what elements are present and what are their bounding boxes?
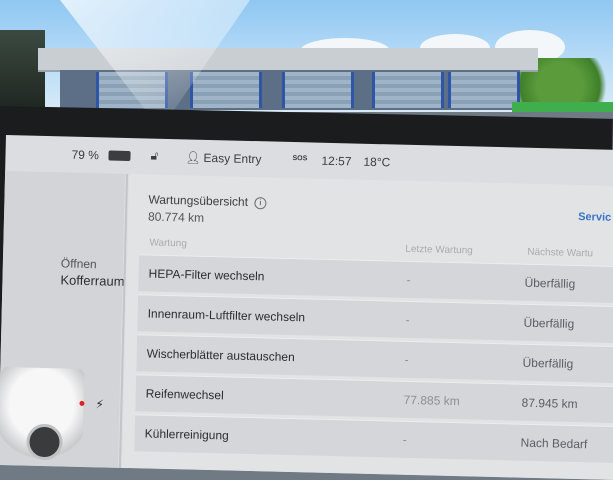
outside-temperature: 18°C — [363, 154, 391, 170]
row-last-service: - — [404, 352, 409, 367]
info-icon[interactable]: i — [254, 196, 267, 210]
section-title-text: Wartungsübersicht — [148, 192, 249, 209]
charge-port-indicator — [79, 400, 85, 406]
battery-percent: 79 % — [71, 147, 100, 163]
row-task: HEPA-Filter wechseln — [148, 266, 265, 284]
lock-icon[interactable]: 🔓︎ — [150, 149, 158, 164]
row-last-service: 77.885 km — [403, 392, 460, 409]
garage-door — [372, 72, 444, 108]
column-header-task: Wartung — [149, 237, 187, 250]
odometer: 80.774 km — [147, 209, 205, 225]
row-last-service: - — [402, 432, 407, 447]
green-sign — [512, 102, 613, 112]
vehicle-screen: 79 % 🔓︎ 👤︎ Easy Entry SOS 12:57 18°C Öff… — [0, 135, 613, 480]
row-task: Reifenwechsel — [145, 386, 224, 403]
row-task: Kühlerreinigung — [144, 426, 229, 443]
garage-door — [190, 72, 262, 108]
person-icon[interactable]: 👤︎ — [185, 150, 201, 164]
row-next-service: 87.945 km — [521, 395, 578, 412]
garage-door — [448, 72, 520, 108]
driver-profile[interactable]: Easy Entry — [203, 151, 261, 166]
table-row[interactable]: Kühlerreinigung - Nach Bedarf — [134, 414, 613, 464]
row-last-service: - — [405, 312, 410, 327]
row-task: Innenraum-Luftfilter wechseln — [147, 306, 306, 325]
car-status-panel: Öffnen Kofferraum ⚡︎ — [0, 170, 126, 468]
service-link[interactable]: Servic — [578, 211, 611, 224]
sos-icon: SOS — [292, 155, 308, 163]
row-next-service: Überfällig — [522, 355, 574, 371]
section-title: Wartungsübersicht i — [148, 192, 267, 210]
clock: 12:57 — [321, 153, 352, 169]
battery-icon — [108, 150, 131, 162]
row-task: Wischerblätter austauschen — [146, 346, 295, 365]
garage-door — [282, 72, 354, 108]
column-header-next: Nächste Wartu — [527, 246, 594, 260]
maintenance-panel: Wartungsübersicht i 80.774 km Servic War… — [121, 174, 613, 480]
column-header-last: Letzte Wartung — [405, 243, 473, 257]
row-next-service: Überfällig — [523, 315, 575, 331]
open-label[interactable]: Öffnen — [61, 256, 97, 271]
row-last-service: - — [406, 272, 411, 287]
background-photo — [0, 0, 613, 112]
row-next-service: Überfällig — [524, 275, 576, 291]
charging-bolt-icon[interactable]: ⚡︎ — [95, 397, 104, 411]
row-next-service: Nach Bedarf — [520, 435, 588, 452]
trunk-button[interactable]: Kofferraum — [60, 272, 124, 289]
